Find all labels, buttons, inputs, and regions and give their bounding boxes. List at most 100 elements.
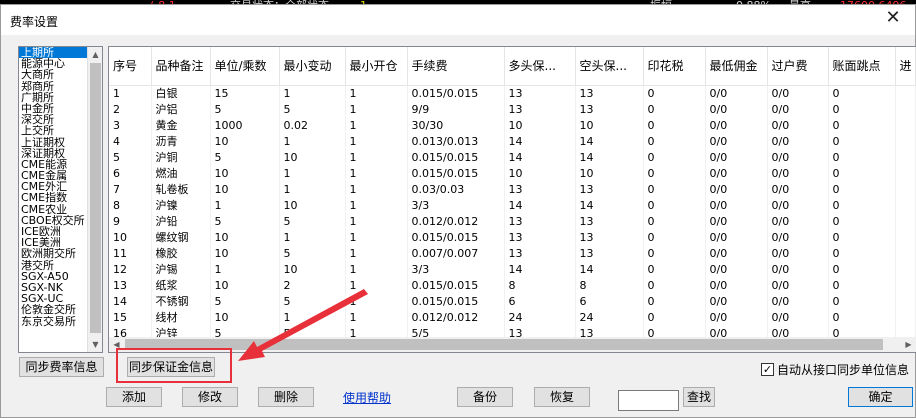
table-row[interactable]: 15 线材 10 1 1 0.012/0.012 24 24 0 0/0 0/0 0 (109, 309, 916, 326)
table-cell: 5 (210, 101, 280, 118)
column-header[interactable]: 账面跳点 (828, 47, 896, 86)
table-row[interactable]: 11 橡胶 10 5 1 0.007/0.007 13 13 0 0/0 0/0 0 (109, 245, 916, 262)
table-row[interactable]: 6 燃油 10 1 1 0.015/0.015 10 10 0 0/0 0/0 0 (109, 165, 916, 182)
table-cell (895, 229, 916, 246)
table-cell: 8 (575, 277, 644, 294)
exchange-list-item[interactable]: CME农业 (19, 204, 87, 215)
search-input[interactable] (618, 390, 679, 411)
column-header[interactable]: 序号 (109, 47, 152, 86)
scroll-right-icon[interactable]: ▶ (901, 337, 916, 352)
table-row[interactable]: 1 白银 15 1 1 0.015/0.015 13 13 0 0/0 0/0 0 (109, 85, 916, 102)
table-cell: 5 (210, 293, 280, 310)
ok-button[interactable]: 确定 (848, 387, 913, 407)
table-cell (895, 261, 916, 278)
scroll-thumb[interactable] (90, 63, 101, 333)
table-cell: 13 (575, 245, 644, 262)
exchange-list-item[interactable]: CME外汇 (19, 181, 87, 192)
exchange-list-item[interactable]: CME指数 (19, 192, 87, 203)
exchange-list-item[interactable]: 郑商所 (19, 81, 87, 92)
table-cell: 10 (279, 149, 346, 166)
exchange-list-item[interactable]: ICE美洲 (19, 237, 87, 248)
exchange-list-item[interactable]: CME金属 (19, 170, 87, 181)
scroll-down-icon[interactable]: ▼ (88, 337, 102, 352)
exchange-list-item[interactable]: CME能源 (19, 159, 87, 170)
table-cell: 0 (643, 229, 706, 246)
table-cell: 15 (210, 85, 280, 102)
table-cell: 10 (575, 165, 644, 182)
column-header[interactable]: 单位/乘数 (210, 47, 280, 86)
table-cell: 沪铅 (151, 213, 211, 230)
exchange-list-item[interactable]: SGX-A50 (19, 271, 87, 282)
column-header[interactable]: 印花税 (643, 47, 706, 86)
table-cell: 10 (504, 117, 576, 134)
help-link[interactable]: 使用帮助 (343, 389, 391, 406)
modify-button[interactable]: 修改 (182, 387, 238, 407)
table-row[interactable]: 12 沪锡 1 10 1 3/3 14 14 0 0/0 0/0 0 (109, 261, 916, 278)
exchange-list-item[interactable]: 深交所 (19, 114, 87, 125)
exchange-list-scrollbar[interactable]: ▲ ▼ (87, 47, 102, 352)
exchange-list-item[interactable]: 东京交易所 (19, 316, 87, 327)
close-icon[interactable]: ✕ (871, 4, 915, 32)
scroll-up-icon[interactable]: ▲ (88, 47, 102, 62)
table-cell: 0.03/0.03 (407, 181, 505, 198)
search-button[interactable]: 查找 (683, 387, 715, 407)
table-cell: 沪镍 (151, 197, 211, 214)
add-button[interactable]: 添加 (106, 387, 162, 407)
table-row[interactable]: 4 沥青 10 1 1 0.013/0.013 14 14 0 0/0 0/0 0 (109, 133, 916, 150)
table-cell: 5 (279, 213, 346, 230)
column-header[interactable]: 空头保... (575, 47, 644, 86)
exchange-list-item[interactable]: 上证期权 (19, 137, 87, 148)
exchange-list-item[interactable]: 港交所 (19, 260, 87, 271)
table-cell: 0/0 (767, 117, 829, 134)
exchange-list-item[interactable]: 欧洲期交所 (19, 248, 87, 259)
backup-button[interactable]: 备份 (457, 387, 513, 407)
table-cell: 1 (345, 293, 408, 310)
table-row[interactable]: 8 沪镍 1 10 1 3/3 14 14 0 0/0 0/0 0 (109, 197, 916, 214)
table-row[interactable]: 13 纸浆 10 2 1 0.015/0.015 8 8 0 0/0 0/0 0 (109, 277, 916, 294)
exchange-list-item[interactable]: 上期所 (19, 47, 87, 59)
table-row[interactable]: 2 沪铝 5 5 1 9/9 13 13 0 0/0 0/0 0 (109, 101, 916, 118)
table-cell: 13 (504, 85, 576, 102)
table-cell (895, 181, 916, 198)
table-row[interactable]: 3 黄金 1000 0.02 1 30/30 10 10 0 0/0 0/0 0 (109, 117, 916, 134)
column-header[interactable]: 最低佣金 (705, 47, 768, 86)
table-cell: 1 (345, 309, 408, 326)
table-cell: 1 (279, 165, 346, 182)
column-header[interactable]: 手续费 (407, 47, 505, 86)
exchange-list-item[interactable]: 上交所 (19, 125, 87, 136)
table-row[interactable]: 5 沪铜 5 10 1 0.015/0.015 14 14 0 0/0 0/0 0 (109, 149, 916, 166)
exchange-list-item[interactable]: 广期所 (19, 92, 87, 103)
delete-button[interactable]: 删除 (258, 387, 314, 407)
exchange-list-item[interactable]: 伦敦金交所 (19, 304, 87, 315)
exchange-list-item[interactable]: 大商所 (19, 69, 87, 80)
table-row[interactable]: 10 螺纹钢 10 1 1 0.015/0.015 13 13 0 0/0 0/0 0 (109, 229, 916, 246)
exchange-list[interactable]: 上期所 能源中心 大商所 郑商所 广期所 中金所 深交所 上交所 上证期权 深证期权 CME能源 CM… (18, 46, 103, 353)
exchange-list-item[interactable]: CBOE权交所 (19, 215, 87, 226)
column-header[interactable]: 多头保... (504, 47, 576, 86)
table-cell: 0 (828, 229, 896, 246)
exchange-list-item[interactable]: 深证期权 (19, 148, 87, 159)
exchange-list-item[interactable]: 能源中心 (19, 58, 87, 69)
column-header[interactable]: 品种备注 (151, 47, 211, 86)
table-row[interactable]: 9 沪铅 5 5 1 0.012/0.012 13 13 0 0/0 0/0 0 (109, 213, 916, 230)
exchange-list-item[interactable]: SGX-UC (19, 293, 87, 304)
table-cell: 0 (828, 277, 896, 294)
table-cell: 0/0 (767, 277, 829, 294)
h-scroll-thumb[interactable] (125, 339, 883, 350)
exchange-list-item[interactable]: ICE欧洲 (19, 226, 87, 237)
exchange-list-item[interactable]: 中金所 (19, 103, 87, 114)
restore-button[interactable]: 恢复 (534, 387, 590, 407)
table-row[interactable]: 7 轧卷板 10 1 1 0.03/0.03 13 13 0 0/0 0/0 0 (109, 181, 916, 198)
exchange-list-item[interactable]: SGX-NK (19, 282, 87, 293)
table-cell: 燃油 (151, 165, 211, 182)
sync-rate-button[interactable]: 同步费率信息 (19, 357, 104, 377)
table-cell: 6 (575, 293, 644, 310)
table-cell: 1 (345, 133, 408, 150)
auto-sync-checkbox[interactable]: ✓ (761, 363, 774, 376)
column-header[interactable]: 过户费 (767, 47, 829, 86)
column-header[interactable]: 进 (895, 47, 916, 86)
column-header[interactable]: 最小变动 (279, 47, 346, 86)
table-row[interactable]: 14 不锈钢 5 5 1 0.015/0.015 6 6 0 0/0 0/0 0 (109, 293, 916, 310)
table-cell: 0 (643, 245, 706, 262)
column-header[interactable]: 最小开仓 (345, 47, 408, 86)
